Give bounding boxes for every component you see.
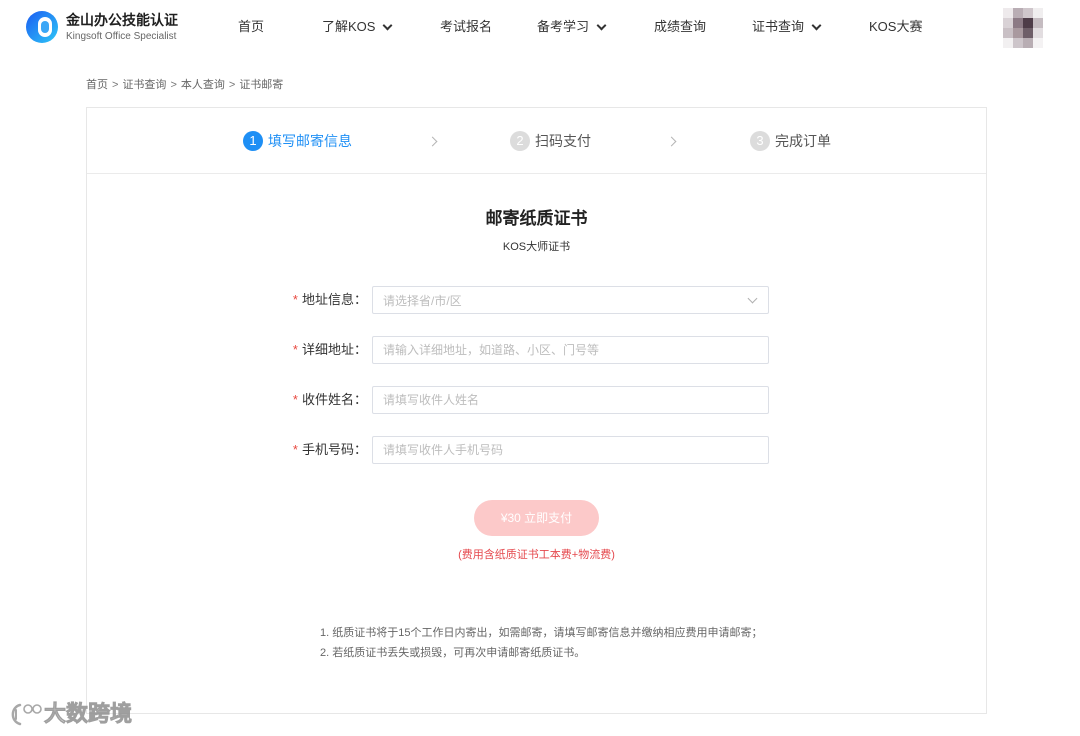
mail-certificate-card: 1 填写邮寄信息 2 扫码支付 3 完成订单 邮寄纸质证书 KOS大师证书 * 地… <box>86 107 987 714</box>
breadcrumb-item-certificate-query[interactable]: 证书查询 <box>122 79 166 91</box>
detail-address-label-text: 详细地址： <box>301 342 367 357</box>
chevron-down-icon <box>747 293 758 304</box>
watermark-text: 大数跨境 <box>44 701 133 727</box>
step-number: 1 <box>243 131 263 151</box>
step-label: 完成订单 <box>775 133 831 149</box>
region-select[interactable]: 请选择省/市/区 <box>372 286 769 314</box>
nav-score-query-label: 成绩查询 <box>654 19 707 34</box>
pay-now-button[interactable]: ¥30 立即支付 <box>474 500 599 536</box>
notice-item: 2. 若纸质证书丢失或损毁，可再次申请邮寄纸质证书。 <box>320 647 586 659</box>
nav-kos-contest[interactable]: KOS大赛 <box>869 17 922 37</box>
detail-address-input[interactable] <box>372 336 769 364</box>
phone-label-text: 手机号码： <box>301 442 367 457</box>
step-progress: 1 填写邮寄信息 2 扫码支付 3 完成订单 <box>87 108 986 174</box>
chevron-down-icon <box>596 20 607 30</box>
required-mark: * <box>292 292 298 307</box>
breadcrumb: 首页 > 证书查询 > 本人查询 > 证书邮寄 <box>86 78 283 92</box>
chevron-down-icon <box>811 20 822 30</box>
user-avatar[interactable] <box>1003 8 1043 48</box>
step-number: 2 <box>510 131 530 151</box>
nav-about-kos[interactable]: 了解KOS <box>322 17 393 37</box>
nav-about-kos-label: 了解KOS <box>322 19 376 34</box>
phone-row: * 手机号码： <box>87 436 986 464</box>
nav-score-query[interactable]: 成绩查询 <box>654 17 706 37</box>
breadcrumb-separator: > <box>112 79 119 91</box>
address-label-text: 地址信息： <box>301 292 367 307</box>
step-number: 3 <box>750 131 770 151</box>
nav-home-label: 首页 <box>238 19 265 34</box>
kingsoft-logo-icon[interactable] <box>26 11 58 43</box>
recipient-name-label-text: 收件姓名： <box>301 392 367 407</box>
site-title[interactable]: 金山办公技能认证 <box>66 11 178 29</box>
recipient-name-row: * 收件姓名： <box>87 386 986 414</box>
notice-item: 1. 纸质证书将于15个工作日内寄出，如需邮寄，请填写邮寄信息并缴纳相应费用申请… <box>320 627 763 639</box>
nav-exam-registration[interactable]: 考试报名 <box>440 17 492 37</box>
address-label: * 地址信息： <box>277 286 367 314</box>
detail-address-row: * 详细地址： <box>87 336 986 364</box>
nav-certificate-query-label: 证书查询 <box>752 19 805 34</box>
step-scan-pay: 2 扫码支付 <box>510 131 591 151</box>
form-title: 邮寄纸质证书 <box>485 209 588 228</box>
fee-note: (费用含纸质证书工本费+物流费) <box>458 549 615 561</box>
site-subtitle: Kingsoft Office Specialist <box>66 31 177 42</box>
required-mark: * <box>292 392 298 407</box>
recipient-name-label: * 收件姓名： <box>277 386 367 414</box>
nav-study-label: 备考学习 <box>537 19 590 34</box>
breadcrumb-separator: > <box>228 79 236 91</box>
breadcrumb-item-home[interactable]: 首页 <box>86 79 108 91</box>
breadcrumb-separator: > <box>170 79 177 91</box>
chevron-down-icon <box>383 20 393 30</box>
region-select-placeholder: 请选择省/市/区 <box>383 293 462 308</box>
detail-address-label: * 详细地址： <box>277 336 367 364</box>
nav-exam-registration-label: 考试报名 <box>440 19 493 34</box>
breadcrumb-item-current: 证书邮寄 <box>239 79 284 91</box>
step-fill-mailing-info: 1 填写邮寄信息 <box>243 131 352 151</box>
phone-label: * 手机号码： <box>277 436 367 464</box>
chevron-right-icon <box>427 136 438 147</box>
required-mark: * <box>292 442 298 457</box>
nav-home[interactable]: 首页 <box>238 17 264 37</box>
watermark-logo-icon <box>11 703 42 726</box>
nav-study[interactable]: 备考学习 <box>537 17 607 37</box>
recipient-name-input[interactable] <box>372 386 769 414</box>
top-header: 金山办公技能认证 Kingsoft Office Specialist 首页 了… <box>0 0 1080 56</box>
step-complete-order: 3 完成订单 <box>750 131 831 151</box>
breadcrumb-item-self-query[interactable]: 本人查询 <box>181 79 225 91</box>
phone-input[interactable] <box>372 436 769 464</box>
nav-certificate-query[interactable]: 证书查询 <box>752 17 822 37</box>
chevron-right-icon <box>666 136 677 147</box>
address-row: * 地址信息： 请选择省/市/区 <box>87 286 986 314</box>
certificate-name: KOS大师证书 <box>502 241 571 253</box>
step-label: 扫码支付 <box>535 133 591 149</box>
watermark: 大数跨境 <box>8 700 132 728</box>
nav-kos-contest-label: KOS大赛 <box>869 19 923 34</box>
required-mark: * <box>292 342 298 357</box>
step-label: 填写邮寄信息 <box>268 133 352 149</box>
